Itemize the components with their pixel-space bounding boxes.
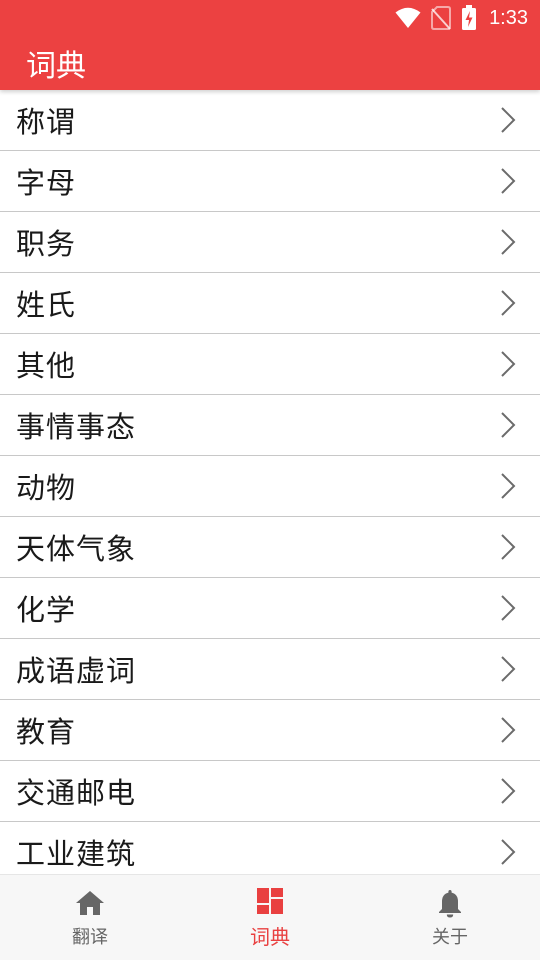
list-item[interactable]: 姓氏 — [0, 273, 540, 334]
list-item-label: 其他 — [16, 349, 77, 383]
bell-icon — [439, 889, 461, 917]
list-item-label: 职务 — [16, 227, 77, 261]
category-list: 称谓 字母 职务 姓氏 其他 事情事态 动物 天体气象 化学 成语虚词 教育 交… — [0, 90, 540, 874]
tab-dictionary[interactable]: 词典 — [180, 875, 360, 960]
chevron-right-icon — [501, 290, 516, 316]
list-item-label: 姓氏 — [16, 288, 77, 322]
status-bar: 1:33 — [0, 0, 540, 36]
chevron-right-icon — [501, 656, 516, 682]
list-item[interactable]: 天体气象 — [0, 517, 540, 578]
list-item[interactable]: 交通邮电 — [0, 761, 540, 822]
home-icon — [76, 890, 104, 915]
bottom-nav: 翻译 词典 关于 — [0, 874, 540, 960]
list-item-label: 教育 — [16, 715, 77, 749]
list-item[interactable]: 动物 — [0, 456, 540, 517]
chevron-right-icon — [501, 778, 516, 804]
list-item-label: 天体气象 — [16, 532, 137, 566]
list-item[interactable]: 称谓 — [0, 90, 540, 151]
list-item-label: 交通邮电 — [16, 776, 137, 810]
list-item[interactable]: 化学 — [0, 578, 540, 639]
list-item-label: 工业建筑 — [16, 837, 137, 871]
battery-charging-icon — [462, 5, 477, 30]
tab-about-label: 关于 — [432, 926, 468, 948]
tab-dictionary-label: 词典 — [250, 925, 290, 949]
list-item-label: 化学 — [16, 593, 77, 627]
app-root: 1:33 词典 称谓 字母 职务 姓氏 其他 事情事态 动物 天体气象 化学 成… — [0, 0, 540, 960]
dashboard-icon — [257, 888, 283, 914]
status-time: 1:33 — [489, 6, 528, 29]
chevron-right-icon — [501, 107, 516, 133]
chevron-right-icon — [501, 534, 516, 560]
list-item[interactable]: 事情事态 — [0, 395, 540, 456]
no-sim-icon — [431, 6, 452, 30]
wifi-icon — [395, 7, 421, 28]
chevron-right-icon — [501, 473, 516, 499]
chevron-right-icon — [501, 168, 516, 194]
status-icons: 1:33 — [395, 4, 528, 32]
list-item-label: 成语虚词 — [16, 654, 137, 688]
tab-translate[interactable]: 翻译 — [0, 875, 180, 960]
chevron-right-icon — [501, 229, 516, 255]
list-item-label: 字母 — [16, 166, 77, 200]
list-item[interactable]: 教育 — [0, 700, 540, 761]
chevron-right-icon — [501, 412, 516, 438]
chevron-right-icon — [501, 351, 516, 377]
tab-about[interactable]: 关于 — [360, 875, 540, 960]
app-header: 1:33 词典 — [0, 0, 540, 90]
list-item-label: 事情事态 — [16, 410, 137, 444]
list-item[interactable]: 工业建筑 — [0, 822, 540, 874]
list-item[interactable]: 成语虚词 — [0, 639, 540, 700]
list-item[interactable]: 其他 — [0, 334, 540, 395]
chevron-right-icon — [501, 717, 516, 743]
list-item[interactable]: 字母 — [0, 151, 540, 212]
chevron-right-icon — [501, 595, 516, 621]
list-item-label: 动物 — [16, 471, 77, 505]
list-item[interactable]: 职务 — [0, 212, 540, 273]
list-item-label: 称谓 — [16, 105, 77, 139]
page-title: 词典 — [26, 49, 86, 84]
chevron-right-icon — [501, 839, 516, 865]
tab-translate-label: 翻译 — [72, 926, 108, 948]
